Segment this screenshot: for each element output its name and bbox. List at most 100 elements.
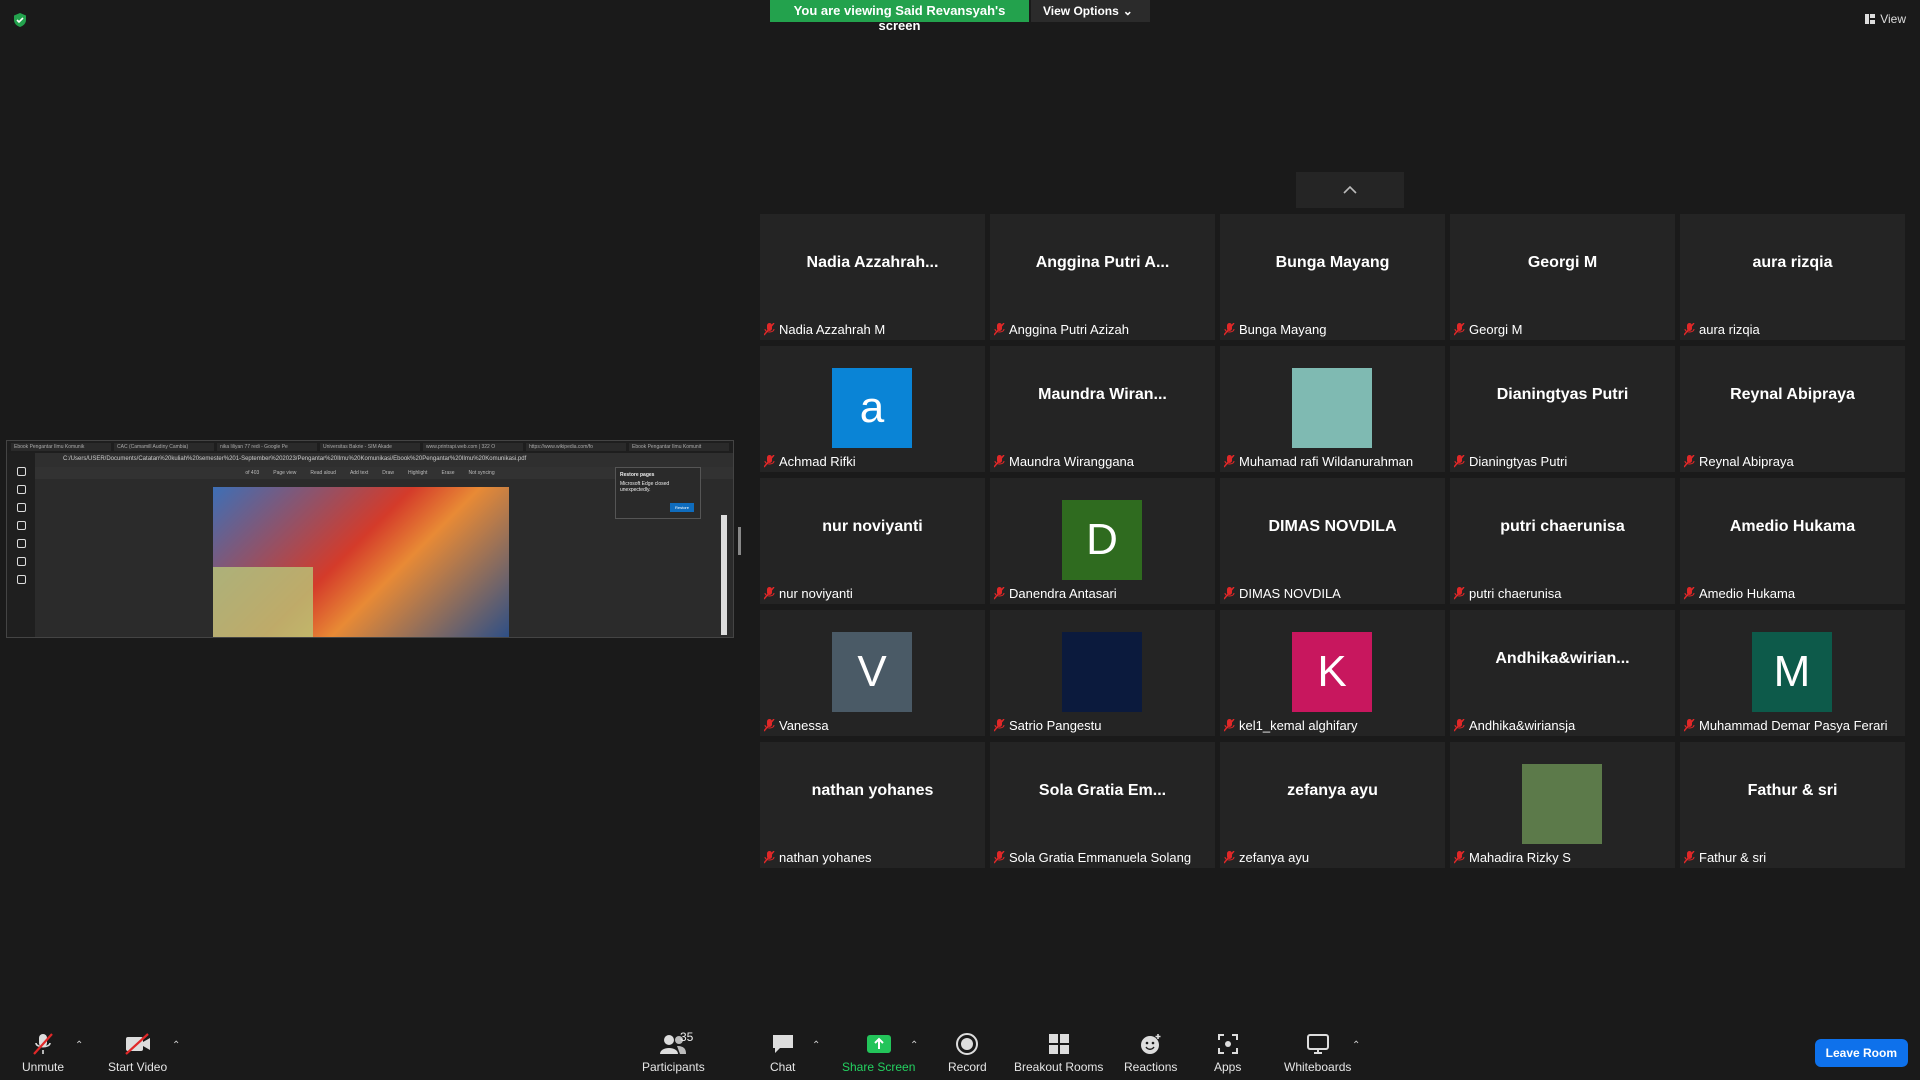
participant-tile[interactable]: Mahadira Rizky S [1450,742,1675,868]
record-button[interactable]: Record [948,1032,987,1074]
share-options-caret[interactable]: ⌃ [910,1040,918,1051]
participant-tile[interactable]: Sola Gratia Em... Sola Gratia Emmanuela S… [990,742,1215,868]
participant-tile[interactable]: Bunga Mayang Bunga Mayang [1220,214,1445,340]
participant-tile[interactable]: Fathur & sri Fathur & sri [1680,742,1905,868]
shared-screen-view[interactable]: Ebook Pengantar Ilmu Komunik CAC (Camami… [6,440,734,638]
participant-tile[interactable]: M Muhammad Demar Pasya Ferari [1680,610,1905,736]
participant-tile[interactable]: Kkel1_kemal alghifary [1220,610,1445,736]
participant-name-label: Sola Gratia Emmanuela Solang [994,850,1191,865]
participant-name-label: Andhika&wiriansja [1454,718,1575,733]
video-options-caret[interactable]: ⌃ [172,1040,180,1051]
participant-name-label: Bunga Mayang [1224,322,1326,337]
participant-display-name: zefanya ayu [1287,782,1378,799]
apps-button[interactable]: Apps [1214,1032,1241,1074]
start-video-label: Start Video [108,1060,168,1074]
audio-options-caret[interactable]: ⌃ [75,1040,83,1051]
participant-name: Sola Gratia Emmanuela Solang [1009,850,1192,865]
pdf-tool: Page view [273,470,297,476]
participant-name: Andhika&wiriansja [1469,718,1576,733]
chat-label: Chat [770,1060,796,1074]
participant-tile[interactable]: Andhika&wirian... Andhika&wiriansja [1450,610,1675,736]
gallery-page-up-button[interactable] [1296,172,1404,208]
unmute-button[interactable]: Unmute [22,1032,64,1074]
participant-name: Dianingtyas Putri [1469,454,1568,469]
participant-tile[interactable]: Maundra Wiran... Maundra Wiranggana [990,346,1215,472]
participant-display-name: Amedio Hukama [1729,518,1856,535]
whiteboard-options-caret[interactable]: ⌃ [1352,1040,1360,1051]
record-label: Record [948,1060,987,1074]
participant-name-label: aura rizqia [1684,322,1760,337]
breakout-rooms-button[interactable]: Breakout Rooms [1014,1032,1103,1074]
participant-display-name: aura rizqia [1752,254,1833,271]
reactions-button[interactable]: Reactions [1124,1032,1177,1074]
share-screen-button[interactable]: Share Screen [842,1032,915,1074]
shared-tab: Universitas Bakrie - SIM Akade [320,443,420,451]
participant-name-label: DIMAS NOVDILA [1224,586,1341,601]
restore-button: Restore [669,503,694,512]
participant-tile[interactable]: Amedio Hukama Amedio Hukama [1680,478,1905,604]
participant-tile[interactable]: nur noviyanti nur noviyanti [760,478,985,604]
chat-options-caret[interactable]: ⌃ [812,1040,820,1051]
participants-button[interactable]: 35 Participants [642,1030,705,1074]
split-resize-handle[interactable] [738,527,741,555]
participant-name-label: Maundra Wiranggana [994,454,1134,469]
participant-name-label: Dianingtyas Putri [1454,454,1567,469]
participant-name-label: Georgi M [1454,322,1522,337]
participant-display-name: Nadia Azzahrah... [806,254,939,271]
shared-scrollbar [721,515,727,635]
participant-tile[interactable]: DIMAS NOVDILA DIMAS NOVDILA [1220,478,1445,604]
participant-tile[interactable]: nathan yohanes nathan yohanes [760,742,985,868]
participant-name-label: Vanessa [764,718,829,733]
participant-tile[interactable]: Anggina Putri A... Anggina Putri Azizah [990,214,1215,340]
participant-tile[interactable]: putri chaerunisa putri chaerunisa [1450,478,1675,604]
whiteboards-button[interactable]: Whiteboards [1284,1032,1351,1074]
settings-icon [16,575,26,584]
participant-name: DIMAS NOVDILA [1239,586,1341,601]
mic-muted-icon [994,323,1005,336]
leave-room-button[interactable]: Leave Room [1814,1039,1908,1067]
participant-tile[interactable]: D Danendra Antasari [990,478,1215,604]
participant-tile[interactable]: Dianingtyas Putri Dianingtyas Putri [1450,346,1675,472]
participant-display-name: Andhika&wirian... [1495,650,1630,667]
participant-tile[interactable]: Satrio Pangestu [990,610,1215,736]
participant-avatar [1062,632,1142,712]
participant-name: Satrio Pangestu [1009,718,1102,733]
participant-display-name: Bunga Mayang [1275,254,1390,271]
participant-tile[interactable]: zefanya ayu zefanya ayu [1220,742,1445,868]
mic-muted-icon [1454,851,1465,864]
participant-display-name: DIMAS NOVDILA [1268,518,1397,535]
participant-tile[interactable]: Muhamad rafi Wildanurahman [1220,346,1445,472]
security-shield-icon[interactable] [12,12,28,28]
keyboard-icon [16,503,26,512]
view-options-button[interactable]: View Options ⌄ [1031,0,1150,22]
shared-tab: https://www.wikipedia.com/fo [526,443,626,451]
participant-tile[interactable]: a Achmad Rifki [760,346,985,472]
whiteboards-label: Whiteboards [1284,1060,1352,1074]
participant-tile[interactable]: V Vanessa [760,610,985,736]
chat-button[interactable]: Chat [770,1032,795,1074]
participant-name-label: kel1_kemal alghifary [1224,718,1358,733]
shared-browser-tabs: Ebook Pengantar Ilmu Komunik CAC (Camami… [7,441,733,453]
participant-name-label: Amedio Hukama [1684,586,1795,601]
mic-muted-icon [994,587,1005,600]
mic-muted-icon [1224,455,1235,468]
participant-tile[interactable]: Nadia Azzahrah... Nadia Azzahrah M [760,214,985,340]
shared-document-image [213,487,509,637]
participant-name: Muhamad rafi Wildanurahman [1239,454,1414,469]
participant-gallery: Nadia Azzahrah... Nadia Azzahrah M Anggina… [760,214,1905,868]
participant-name: Fathur & sri [1699,850,1767,865]
shared-tab: CAC (Camamill Audiny Cambia) [114,443,214,451]
participant-tile[interactable]: Georgi M Georgi M [1450,214,1675,340]
participant-avatar: M [1752,632,1832,712]
mic-muted-icon [30,1032,56,1056]
participant-display-name: putri chaerunisa [1500,518,1625,535]
participant-name: Maundra Wiranggana [1009,454,1135,469]
participant-tile[interactable]: aura rizqia aura rizqia [1680,214,1905,340]
participants-count: 35 [680,1030,694,1044]
start-video-button[interactable]: Start Video [108,1032,167,1074]
participant-tile[interactable]: Reynal Abipraya Reynal Abipraya [1680,346,1905,472]
view-button[interactable]: View [1865,12,1906,26]
unmute-label: Unmute [22,1060,65,1074]
mic-muted-icon [1224,587,1235,600]
zoom-meeting-window: You are viewing Said Revansyah's screen … [0,0,1920,1080]
